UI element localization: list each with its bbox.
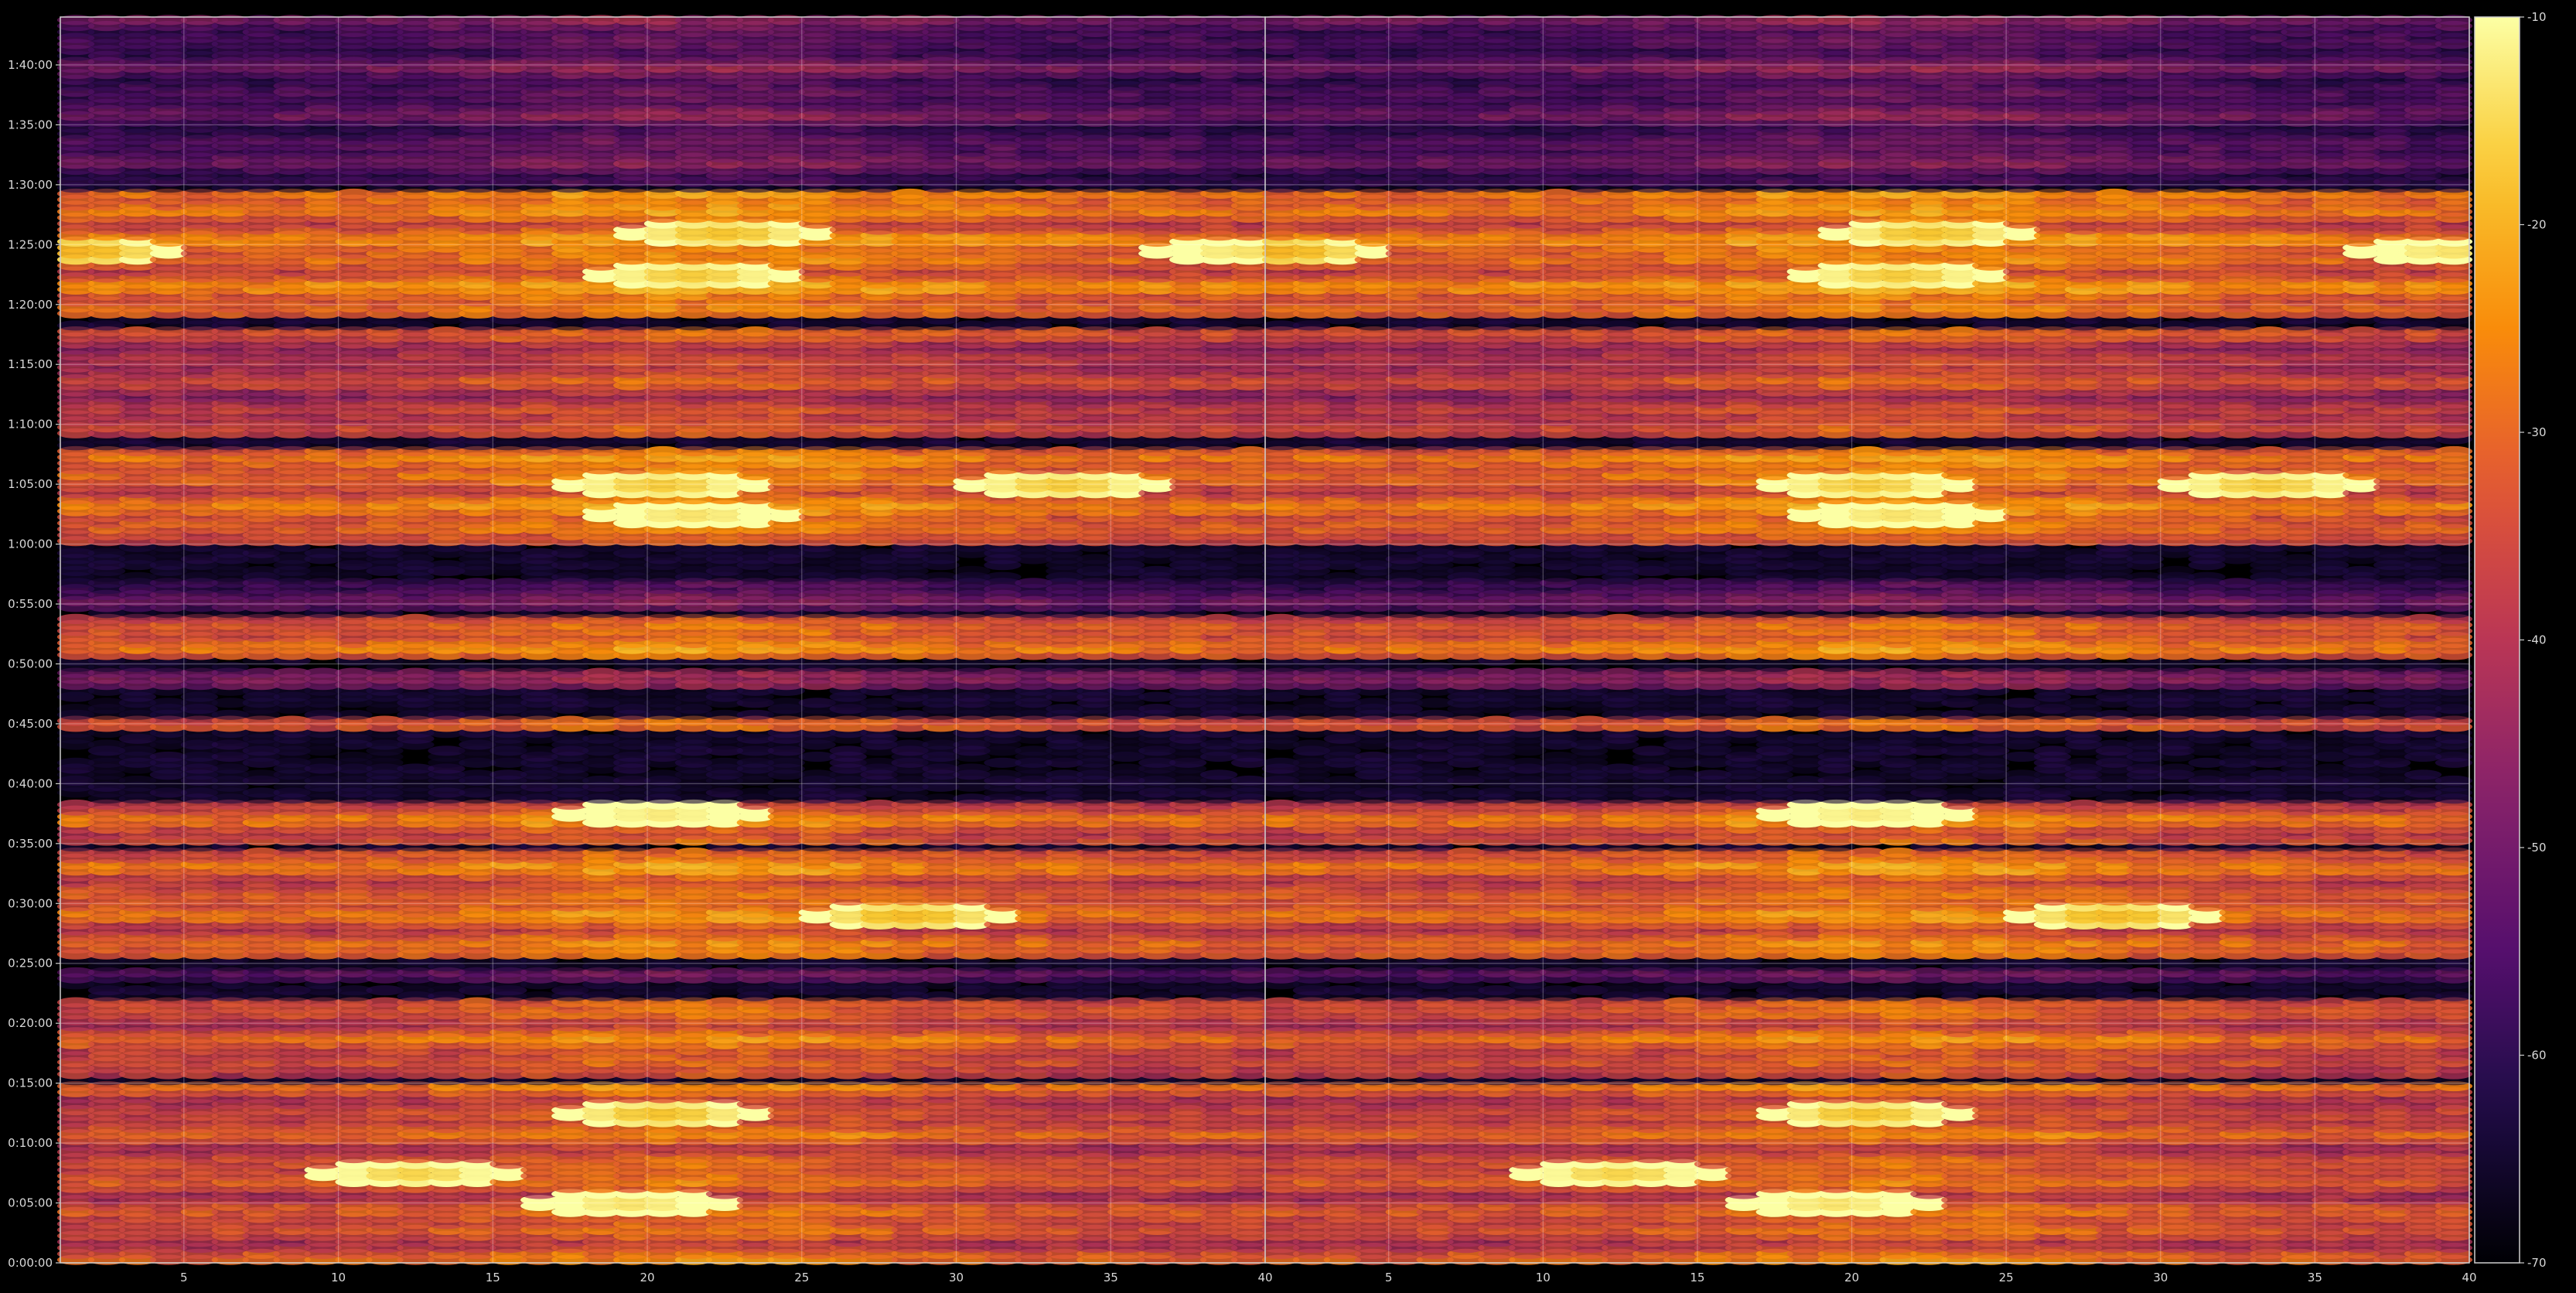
y-tick-label: 0:40:00	[8, 776, 53, 790]
x-tick-label: 35	[1104, 1271, 1118, 1284]
heatmap-panel-2: 5 10 15 20 25 30 35 40	[1261, 15, 2477, 1284]
y-tick-label: 1:30:00	[8, 178, 53, 192]
x-tick-label: 10	[331, 1271, 346, 1284]
y-tick-label: 1:25:00	[8, 237, 53, 251]
y-tick-label: 1:15:00	[8, 357, 53, 371]
y-tick-label: 1:40:00	[8, 58, 53, 72]
x-tick-label: 20	[640, 1271, 654, 1284]
x-tick-label: 25	[794, 1271, 809, 1284]
y-tick-label: 1:20:00	[8, 298, 53, 312]
y-tick-label: 0:20:00	[8, 1016, 53, 1030]
y-tick-label: 0:50:00	[8, 657, 53, 670]
x-tick-label: 30	[2153, 1271, 2168, 1284]
y-tick-label: 0:15:00	[8, 1076, 53, 1090]
x-tick-label: 40	[2462, 1271, 2476, 1284]
colorbar-tick-label: -50	[2527, 841, 2547, 855]
y-tick-label: 1:10:00	[8, 418, 53, 432]
y-tick-label: 0:05:00	[8, 1196, 53, 1210]
spectrogram-chart: 5 10 15 20 25 30 35 40 5 10 15 20 25 30 35 40 0:00:00 0:0…	[8, 10, 2547, 1284]
y-tick-label: 0:30:00	[8, 896, 53, 910]
x-tick-label: 25	[1999, 1271, 2014, 1284]
heatmap-panel-1: 5 10 15 20 25 30 35 40	[56, 15, 1273, 1284]
y-tick-label: 1:35:00	[8, 118, 53, 131]
colorbar-tick-label: -20	[2527, 218, 2547, 232]
y-tick-label: 0:35:00	[8, 837, 53, 851]
colorbar: -10 -20 -30 -40 -50 -60 -70	[2474, 10, 2547, 1270]
x-tick-label: 20	[1844, 1271, 1859, 1284]
y-tick-label: 0:10:00	[8, 1136, 53, 1150]
colorbar-tick-label: -70	[2527, 1256, 2547, 1270]
colorbar-tick-label: -10	[2527, 10, 2547, 24]
x-tick-label: 5	[180, 1271, 188, 1284]
y-tick-label: 0:00:00	[8, 1256, 53, 1270]
y-tick-label: 0:25:00	[8, 957, 53, 971]
x-tick-label: 5	[1385, 1271, 1393, 1284]
y-tick-label: 1:05:00	[8, 477, 53, 491]
y-tick-label: 1:00:00	[8, 537, 53, 551]
x-tick-label: 15	[1690, 1271, 1704, 1284]
x-tick-label: 40	[1257, 1271, 1272, 1284]
y-tick-label: 0:55:00	[8, 597, 53, 611]
x-tick-label: 30	[949, 1271, 964, 1284]
colorbar-tick-label: -60	[2527, 1049, 2547, 1063]
y-tick-label: 0:45:00	[8, 717, 53, 731]
x-tick-label: 10	[1536, 1271, 1551, 1284]
colorbar-gradient	[2475, 17, 2520, 1263]
colorbar-tick-label: -40	[2527, 633, 2547, 647]
colorbar-tick-label: -30	[2527, 425, 2547, 439]
x-tick-label: 15	[486, 1271, 500, 1284]
x-tick-label: 35	[2308, 1271, 2322, 1284]
